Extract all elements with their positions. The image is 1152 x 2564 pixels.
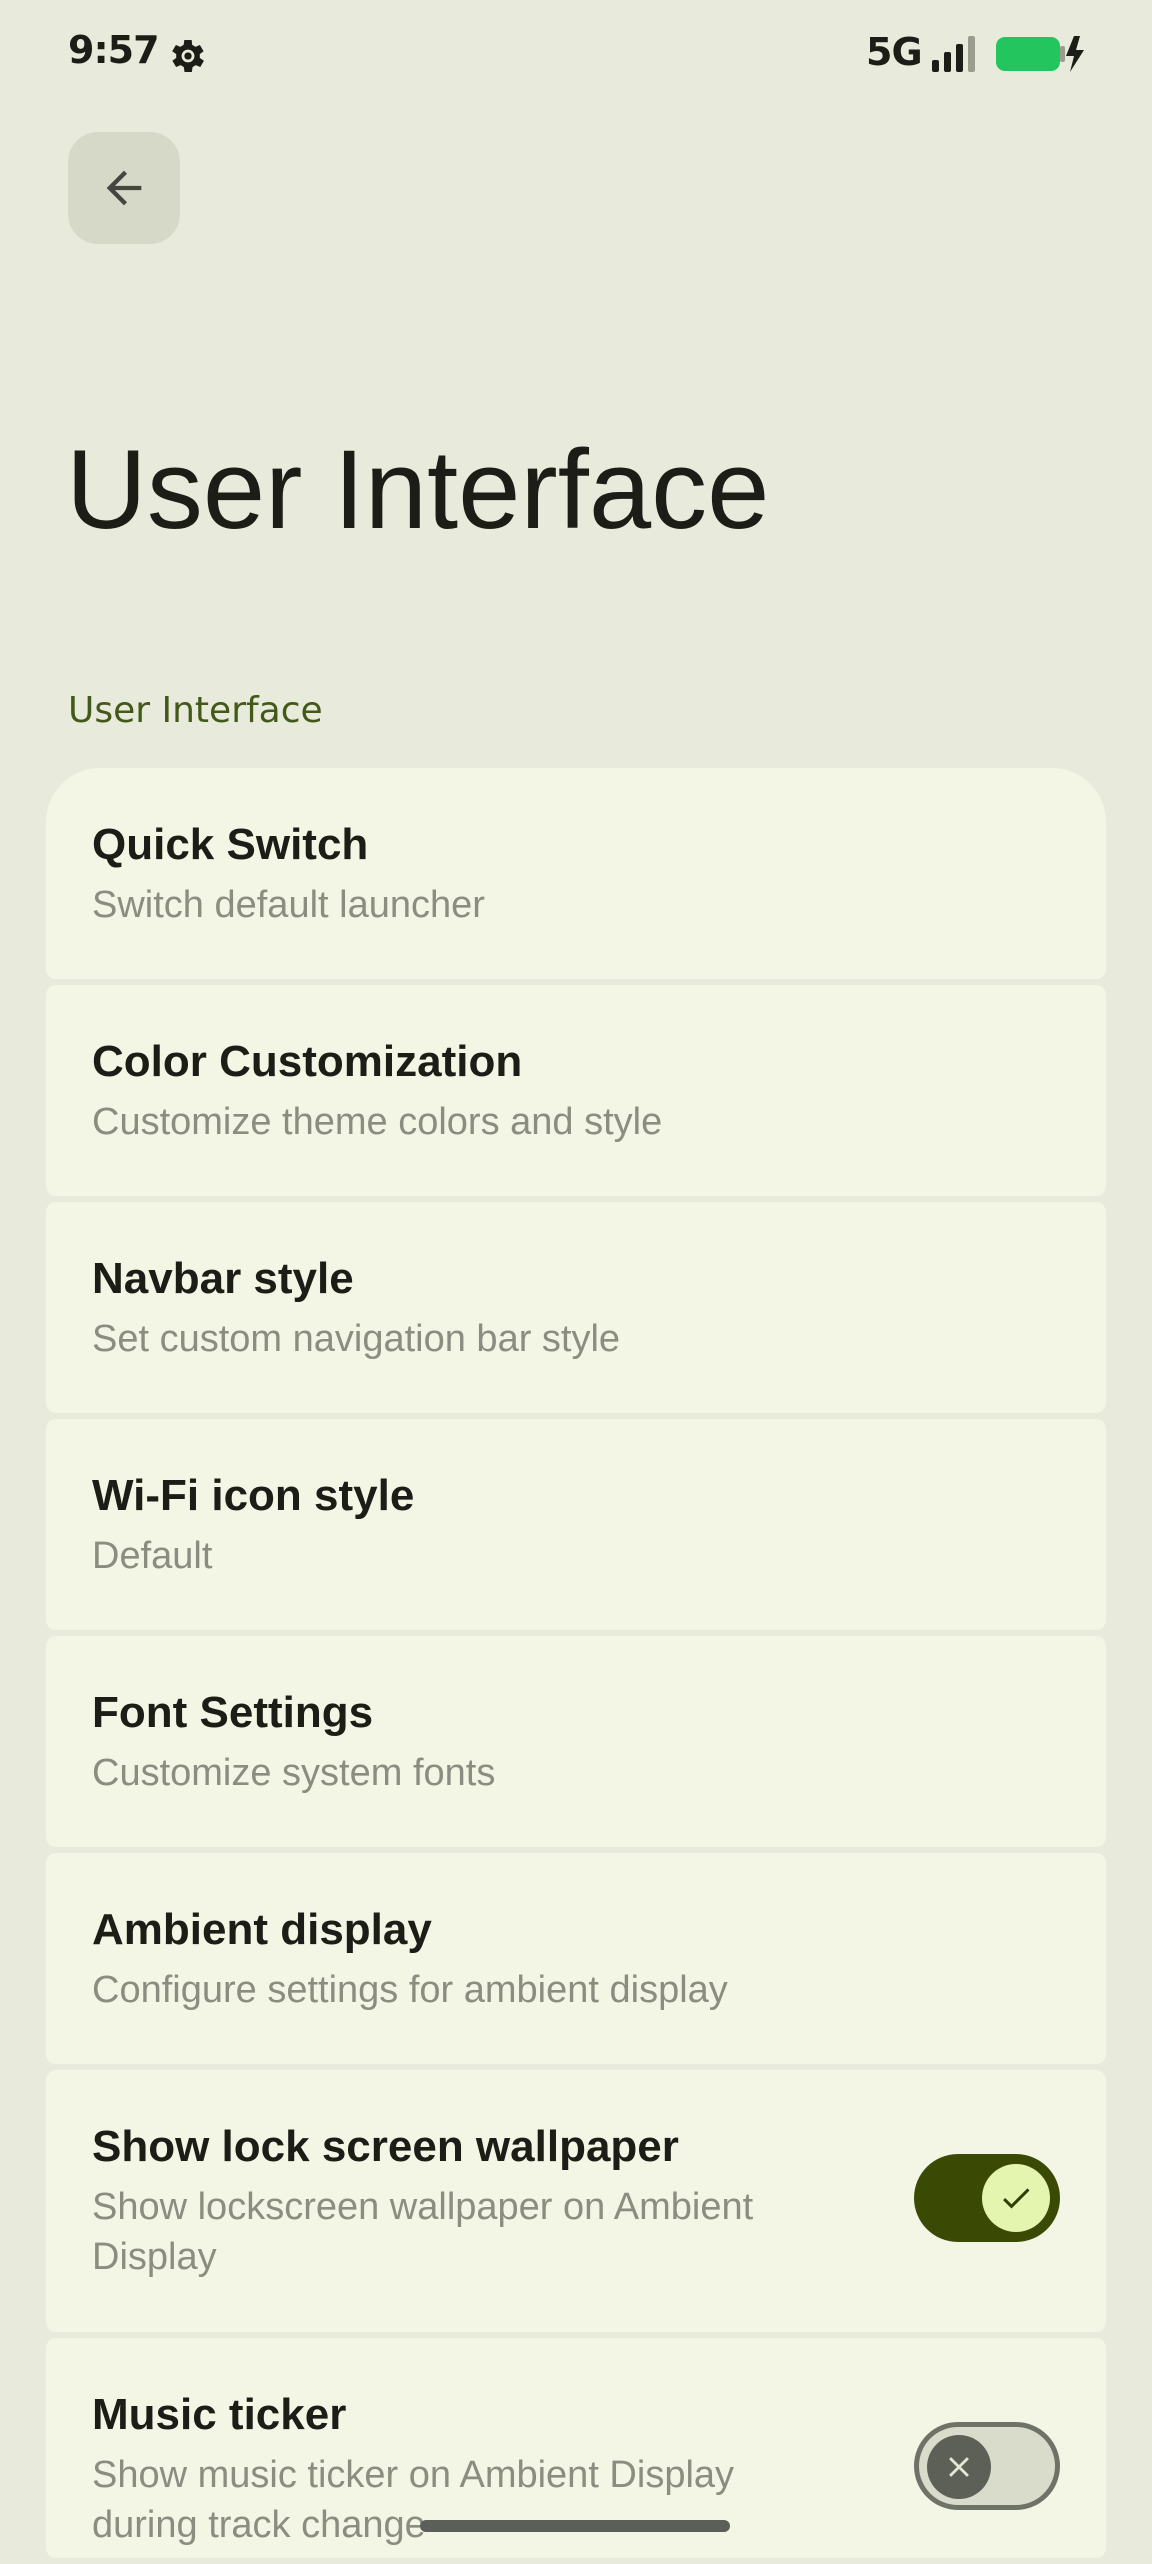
signal-icon (932, 36, 975, 72)
check-icon (1003, 2188, 1030, 2209)
item-subtitle: Configure settings for ambient display (92, 1969, 728, 2011)
item-subtitle: Show music ticker on Ambient Display (92, 2454, 735, 2496)
setting-color-customization[interactable]: Color Customization Customize theme colo… (46, 985, 1106, 1196)
status-bar: 9:57 5G (0, 0, 1152, 110)
item-title: Font Settings (92, 1688, 374, 1737)
item-subtitle: Customize theme colors and style (92, 1101, 663, 1143)
toggle-knob (927, 2435, 991, 2499)
item-title: Color Customization (92, 1037, 523, 1086)
setting-font-settings[interactable]: Font Settings Customize system fonts (46, 1636, 1106, 1847)
setting-ambient-display[interactable]: Ambient display Configure settings for a… (46, 1853, 1106, 2064)
setting-navbar-style[interactable]: Navbar style Set custom navigation bar s… (46, 1202, 1106, 1413)
item-title: Show lock screen wallpaper (92, 2122, 679, 2171)
item-subtitle: Switch default launcher (92, 884, 485, 926)
settings-list: Quick Switch Switch default launcher Col… (46, 768, 1106, 2564)
setting-quick-switch[interactable]: Quick Switch Switch default launcher (46, 768, 1106, 979)
setting-show-lock-screen-wallpaper[interactable]: Show lock screen wallpaper Show lockscre… (46, 2070, 1106, 2332)
battery-charging-icon (996, 36, 1084, 72)
section-header: User Interface (68, 690, 323, 731)
item-subtitle: Show lockscreen wallpaper on Ambient (92, 2186, 754, 2228)
item-title: Music ticker (92, 2390, 347, 2439)
back-button[interactable] (68, 132, 180, 244)
music-ticker-toggle[interactable] (914, 2422, 1060, 2510)
item-title: Quick Switch (92, 820, 369, 869)
arrow-back-icon (106, 170, 142, 206)
network-type: 5G (866, 30, 923, 74)
home-gesture-bar[interactable] (420, 2520, 730, 2532)
page-title: User Interface (66, 427, 770, 552)
close-icon (949, 2457, 969, 2477)
item-subtitle-line2: during track change (92, 2504, 426, 2546)
setting-wifi-icon-style[interactable]: Wi-Fi icon style Default (46, 1419, 1106, 1630)
lock-screen-wallpaper-toggle[interactable] (914, 2154, 1060, 2242)
item-title: Wi-Fi icon style (92, 1471, 415, 1520)
item-title: Ambient display (92, 1905, 432, 1954)
toggle-knob (982, 2164, 1050, 2232)
item-subtitle-line2: Display (92, 2236, 217, 2278)
status-time: 9:57 (68, 28, 160, 72)
item-subtitle: Set custom navigation bar style (92, 1318, 621, 1360)
settings-gear-icon (172, 40, 204, 72)
item-title: Navbar style (92, 1254, 354, 1303)
item-subtitle: Default (92, 1535, 213, 1577)
item-subtitle: Customize system fonts (92, 1752, 496, 1794)
